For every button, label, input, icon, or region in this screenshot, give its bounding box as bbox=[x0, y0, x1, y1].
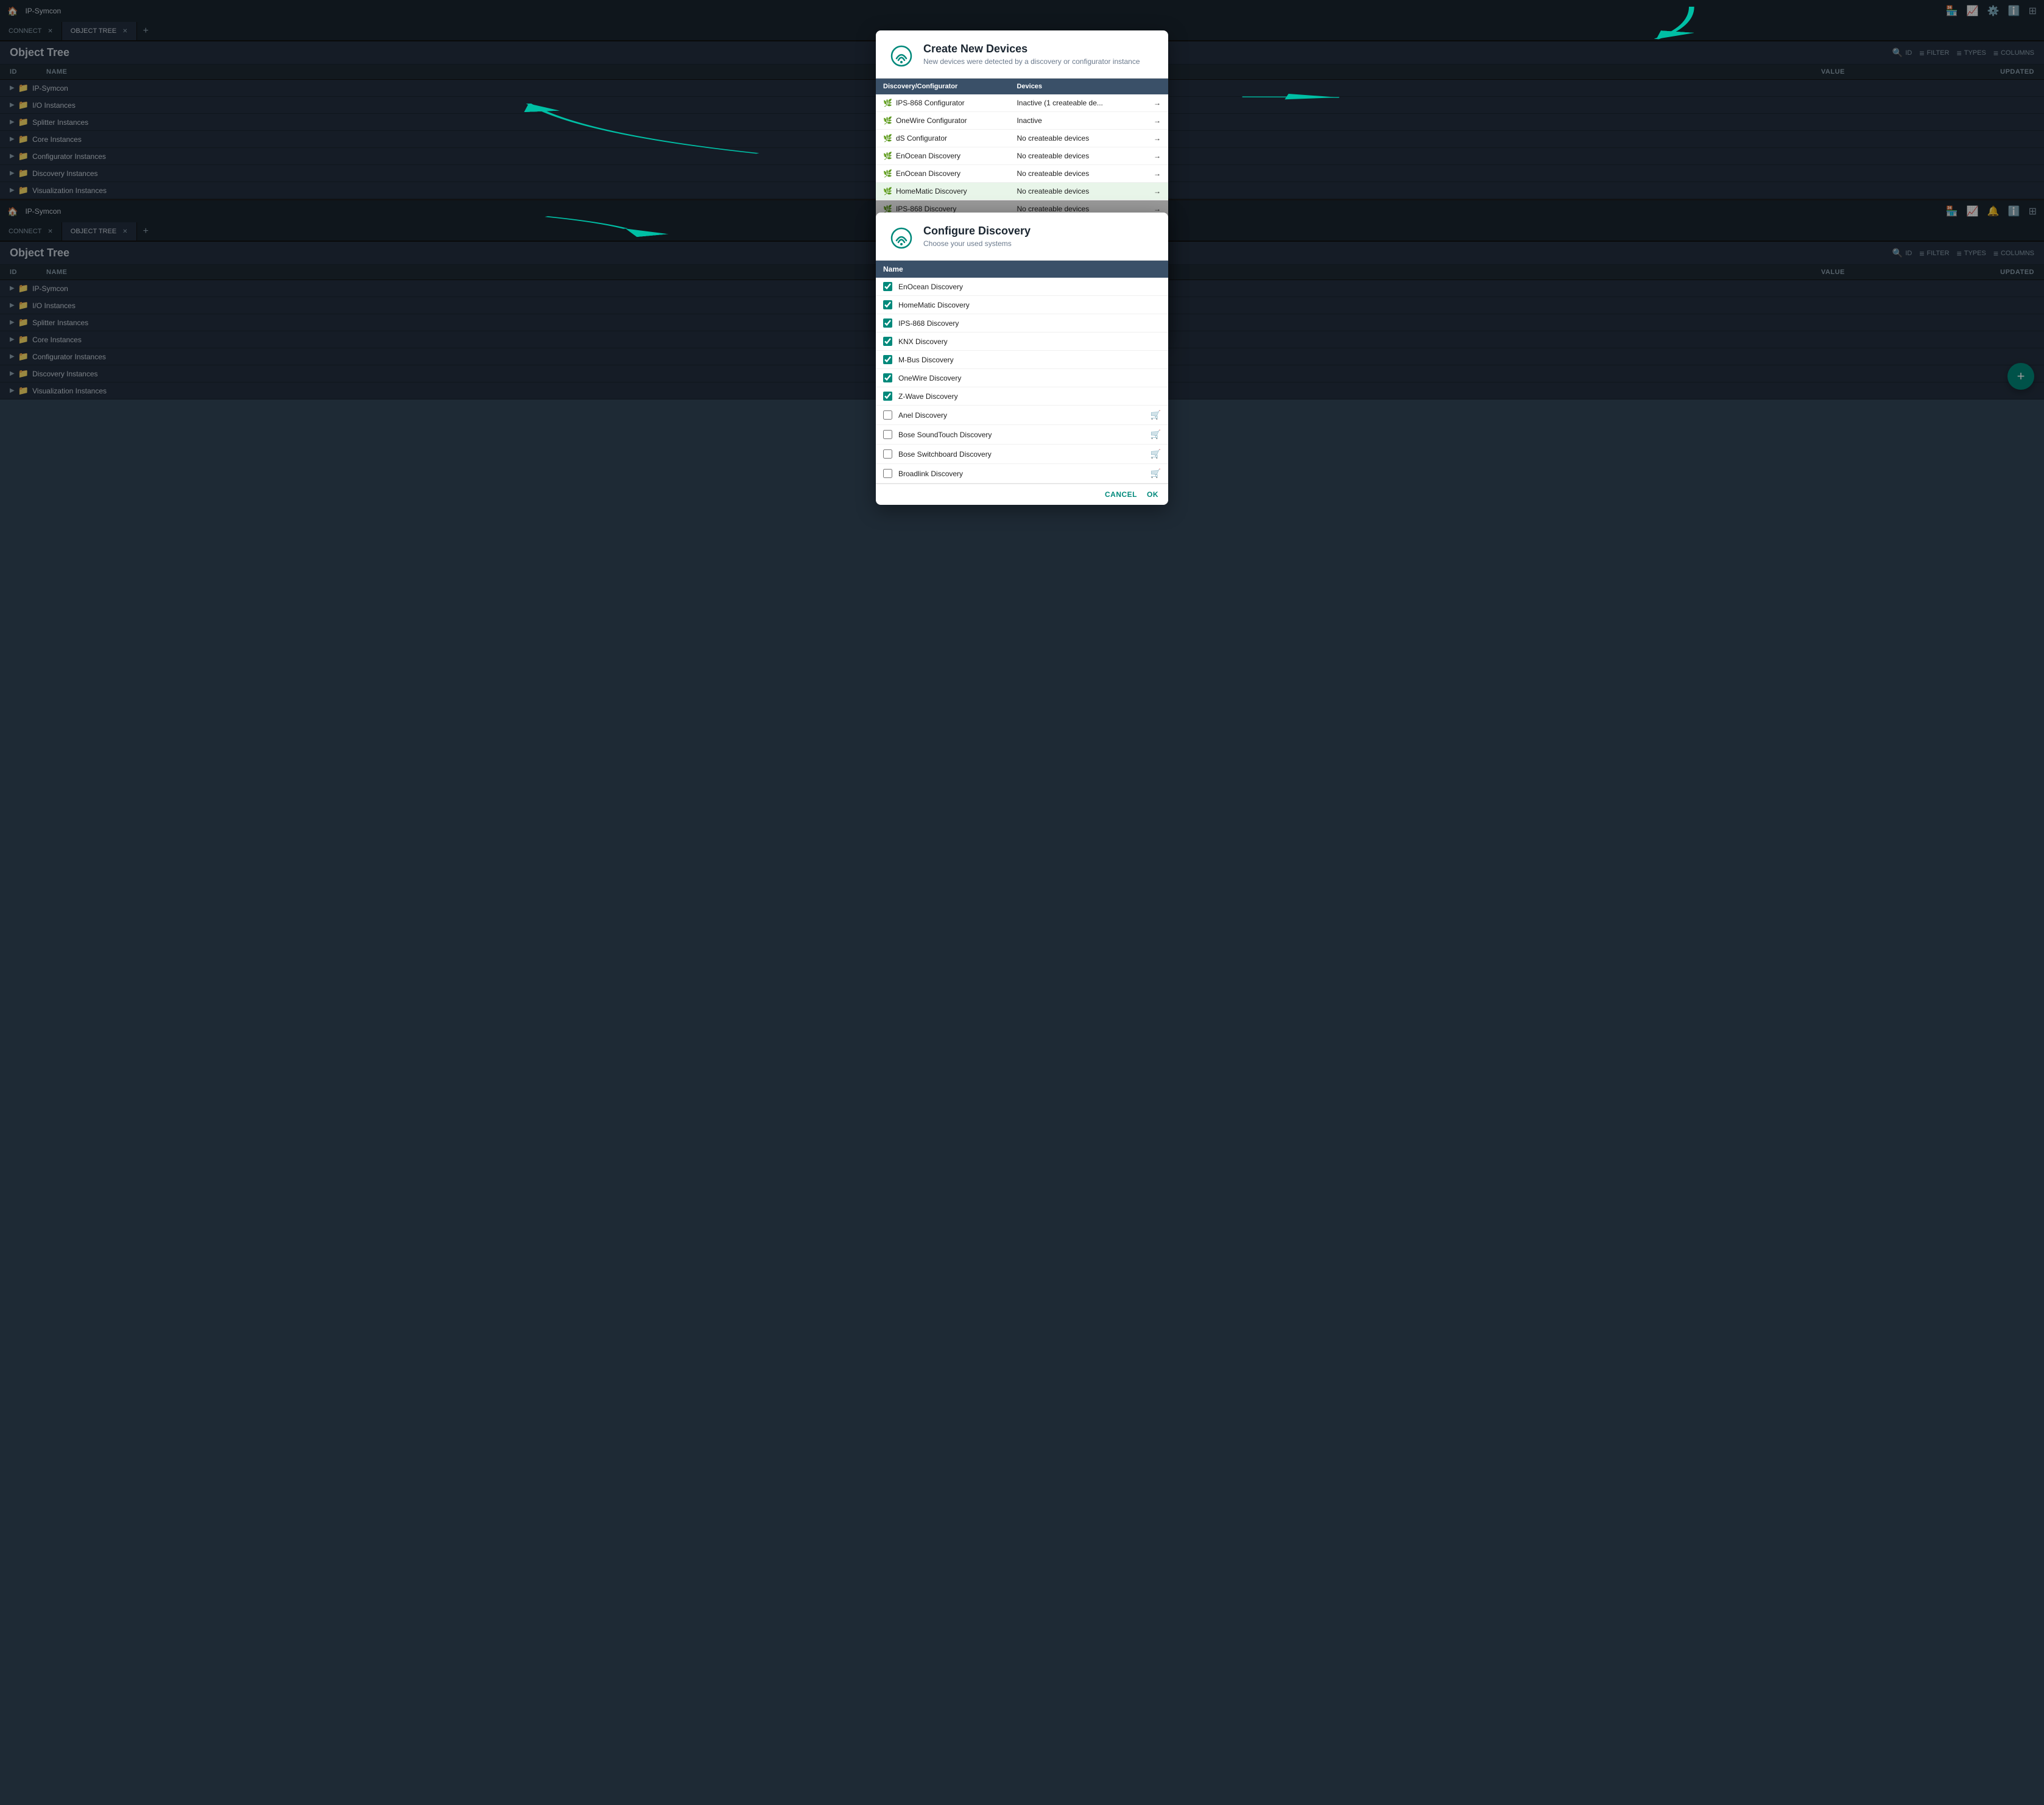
device-table-col-devices: Devices bbox=[1009, 79, 1146, 94]
configure-item-checkbox[interactable] bbox=[883, 410, 892, 420]
configure-modal-actions: CANCEL OK bbox=[876, 484, 1168, 505]
configure-list-item[interactable]: Anel Discovery 🛒 bbox=[876, 406, 1168, 425]
device-table-row[interactable]: 🌿EnOcean Discovery No createable devices… bbox=[876, 147, 1168, 165]
device-arrow[interactable]: → bbox=[1146, 165, 1168, 183]
device-arrow[interactable]: → bbox=[1146, 94, 1168, 112]
configure-item-checkbox[interactable] bbox=[883, 318, 892, 328]
configure-list-item[interactable]: IPS-868 Discovery bbox=[876, 314, 1168, 332]
device-table-row[interactable]: 🌿OneWire Configurator Inactive → bbox=[876, 112, 1168, 130]
modal-configure-icon bbox=[888, 225, 915, 252]
device-icon: 🌿 bbox=[883, 134, 892, 142]
create-modal-header: Create New Devices New devices were dete… bbox=[876, 30, 1168, 79]
configure-list-item[interactable]: M-Bus Discovery bbox=[876, 351, 1168, 369]
configure-item-checkbox[interactable] bbox=[883, 282, 892, 291]
configure-item-checkbox[interactable] bbox=[883, 430, 892, 439]
device-status: Inactive (1 createable de... bbox=[1009, 94, 1146, 112]
configure-modal-title: Configure Discovery bbox=[923, 225, 1156, 237]
device-status: No createable devices bbox=[1009, 147, 1146, 165]
device-table-row[interactable]: 🌿IPS-868 Configurator Inactive (1 create… bbox=[876, 94, 1168, 112]
configure-modal-header: Configure Discovery Choose your used sys… bbox=[876, 213, 1168, 261]
configure-item-checkbox[interactable] bbox=[883, 373, 892, 382]
configure-modal-subtitle: Choose your used systems bbox=[923, 239, 1156, 248]
modal-discovery-icon bbox=[888, 43, 915, 69]
shop-icon[interactable]: 🛒 bbox=[1151, 468, 1161, 479]
configure-list-item[interactable]: EnOcean Discovery bbox=[876, 278, 1168, 296]
ok-button[interactable]: OK bbox=[1147, 490, 1158, 499]
configure-item-label: EnOcean Discovery bbox=[898, 283, 963, 291]
device-table-col-arrow bbox=[1146, 79, 1168, 94]
device-icon: 🌿 bbox=[883, 152, 892, 160]
configure-item-checkbox[interactable] bbox=[883, 469, 892, 478]
device-arrow[interactable]: → bbox=[1146, 183, 1168, 200]
device-arrow[interactable]: → bbox=[1146, 147, 1168, 165]
configure-item-label: Bose Switchboard Discovery bbox=[898, 450, 992, 459]
configure-list-item[interactable]: Z-Wave Discovery bbox=[876, 387, 1168, 406]
device-table-col-discovery: Discovery/Configurator bbox=[876, 79, 1009, 94]
configure-modal-body: Name EnOcean Discovery HomeMatic Discove… bbox=[876, 261, 1168, 484]
configure-list-item[interactable]: HomeMatic Discovery bbox=[876, 296, 1168, 314]
device-table-row[interactable]: 🌿EnOcean Discovery No createable devices… bbox=[876, 165, 1168, 183]
device-status: No createable devices bbox=[1009, 183, 1146, 200]
configure-list-item[interactable]: KNX Discovery bbox=[876, 332, 1168, 351]
configure-item-checkbox[interactable] bbox=[883, 449, 892, 459]
configure-item-label: Bose SoundTouch Discovery bbox=[898, 431, 992, 439]
configure-modal-title-area: Configure Discovery Choose your used sys… bbox=[923, 225, 1156, 248]
configure-list-header-label: Name bbox=[883, 265, 903, 273]
device-arrow[interactable]: → bbox=[1146, 130, 1168, 147]
configure-modal-overlay: Configure Discovery Choose your used sys… bbox=[0, 200, 2044, 399]
shop-icon[interactable]: 🛒 bbox=[1151, 449, 1161, 459]
configure-item-label: Z-Wave Discovery bbox=[898, 392, 958, 401]
configure-item-label: Broadlink Discovery bbox=[898, 470, 963, 478]
top-section: 🏠 IP-Symcon 🏪 📈 ⚙️ ℹ️ ⊞ CONNECT ✕ OBJECT… bbox=[0, 0, 2044, 199]
create-modal-subtitle: New devices were detected by a discovery… bbox=[923, 57, 1156, 66]
configure-item-checkbox[interactable] bbox=[883, 337, 892, 346]
shop-icon[interactable]: 🛒 bbox=[1151, 410, 1161, 420]
device-name: 🌿OneWire Configurator bbox=[876, 112, 1009, 130]
configure-item-checkbox[interactable] bbox=[883, 355, 892, 364]
bottom-section: 🏠 IP-Symcon 🏪 📈 🔔 ℹ️ ⊞ CONNECT ✕ OBJECT … bbox=[0, 199, 2044, 399]
configure-item-label: Anel Discovery bbox=[898, 411, 947, 420]
configure-item-label: OneWire Discovery bbox=[898, 374, 961, 382]
device-arrow[interactable]: → bbox=[1146, 112, 1168, 130]
configure-item-label: IPS-868 Discovery bbox=[898, 319, 959, 328]
configure-item-checkbox[interactable] bbox=[883, 392, 892, 401]
configure-item-label: M-Bus Discovery bbox=[898, 356, 954, 364]
device-status: No createable devices bbox=[1009, 165, 1146, 183]
device-icon: 🌿 bbox=[883, 187, 892, 195]
configure-list-header: Name bbox=[876, 261, 1168, 278]
device-status: Inactive bbox=[1009, 112, 1146, 130]
cancel-button[interactable]: CANCEL bbox=[1105, 490, 1137, 499]
device-icon: 🌿 bbox=[883, 99, 892, 107]
configure-list-item[interactable]: OneWire Discovery bbox=[876, 369, 1168, 387]
configure-list-item[interactable]: Broadlink Discovery 🛒 bbox=[876, 464, 1168, 484]
device-name: 🌿EnOcean Discovery bbox=[876, 165, 1009, 183]
configure-item-label: KNX Discovery bbox=[898, 337, 948, 346]
device-icon: 🌿 bbox=[883, 169, 892, 178]
device-name: 🌿EnOcean Discovery bbox=[876, 147, 1009, 165]
device-table-row[interactable]: 🌿dS Configurator No createable devices → bbox=[876, 130, 1168, 147]
configure-modal: Configure Discovery Choose your used sys… bbox=[876, 213, 1168, 505]
configure-list-item[interactable]: Bose Switchboard Discovery 🛒 bbox=[876, 445, 1168, 464]
device-icon: 🌿 bbox=[883, 116, 892, 125]
device-name: 🌿IPS-868 Configurator bbox=[876, 94, 1009, 112]
configure-item-label: HomeMatic Discovery bbox=[898, 301, 970, 309]
configure-list-item[interactable]: Bose SoundTouch Discovery 🛒 bbox=[876, 425, 1168, 445]
device-table-row[interactable]: 🌿HomeMatic Discovery No createable devic… bbox=[876, 183, 1168, 200]
create-modal-overlay: Create New Devices New devices were dete… bbox=[0, 0, 2044, 199]
device-name: 🌿HomeMatic Discovery bbox=[876, 183, 1009, 200]
device-status: No createable devices bbox=[1009, 130, 1146, 147]
device-name: 🌿dS Configurator bbox=[876, 130, 1009, 147]
configure-item-checkbox[interactable] bbox=[883, 300, 892, 309]
shop-icon[interactable]: 🛒 bbox=[1151, 429, 1161, 440]
create-modal-title-area: Create New Devices New devices were dete… bbox=[923, 43, 1156, 66]
configure-list: EnOcean Discovery HomeMatic Discovery IP… bbox=[876, 278, 1168, 484]
create-modal-title: Create New Devices bbox=[923, 43, 1156, 55]
